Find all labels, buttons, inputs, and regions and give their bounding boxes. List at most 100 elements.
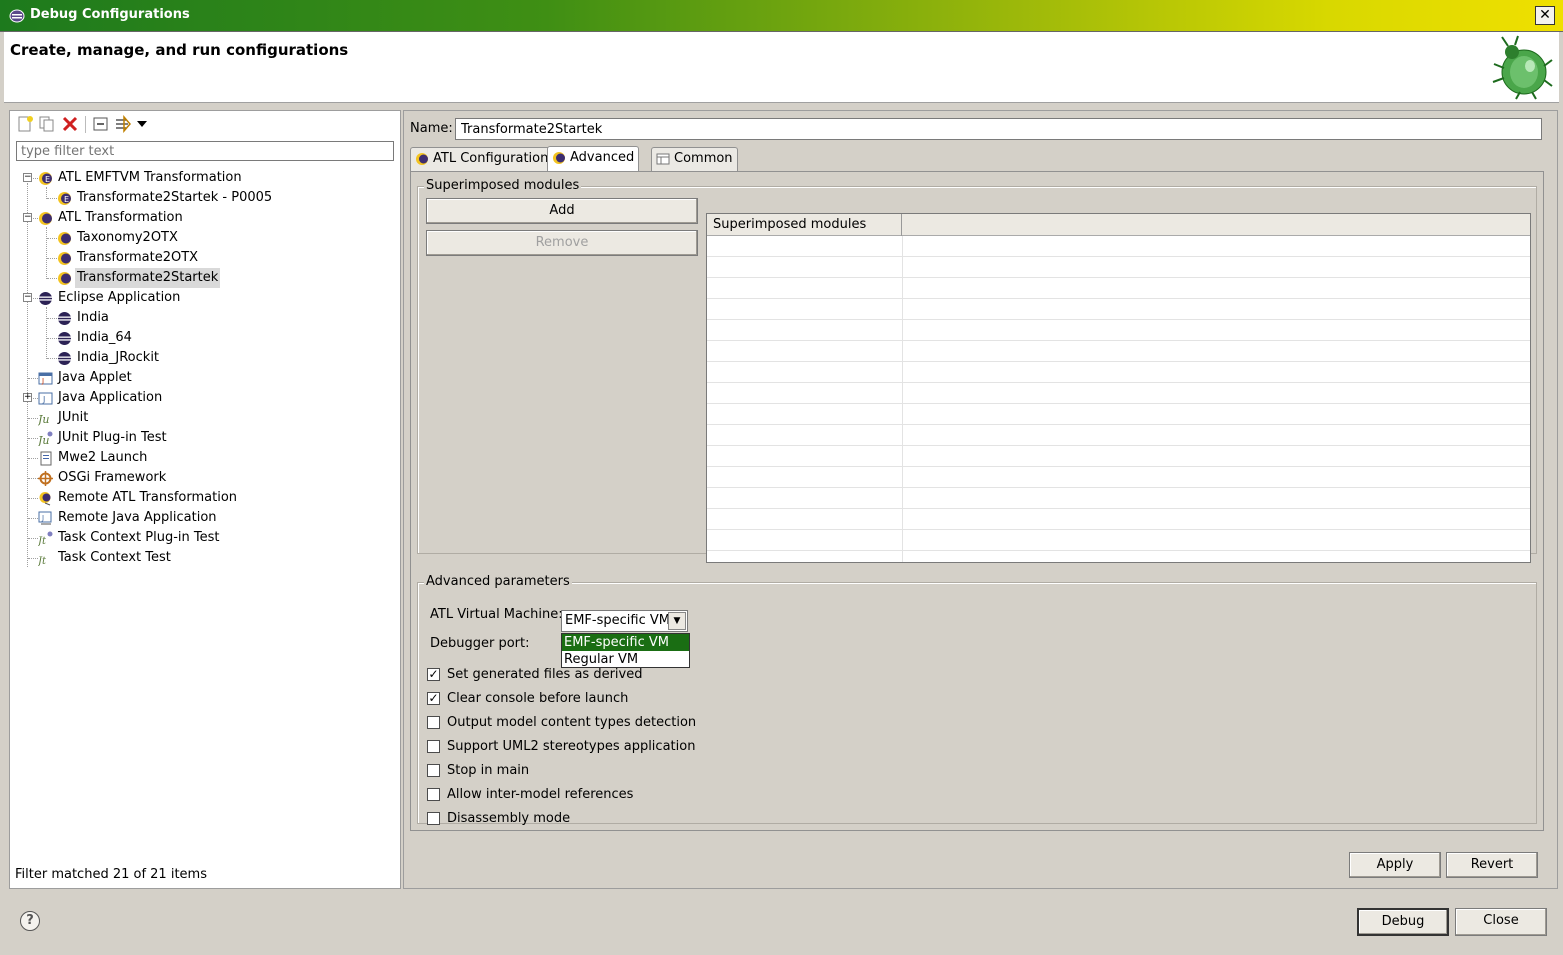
view-menu-icon[interactable] bbox=[136, 115, 148, 133]
atl-icon bbox=[58, 272, 71, 285]
debugger-port-label: Debugger port: bbox=[430, 636, 530, 651]
configuration-details-panel: Name: ATL Configuration Advanced Common … bbox=[403, 110, 1558, 889]
collapse-all-icon[interactable] bbox=[92, 115, 110, 133]
debug-button[interactable]: Debug bbox=[1357, 908, 1449, 936]
tree-item-india[interactable]: India bbox=[10, 308, 390, 328]
checkbox-support-uml2-stereotypes-application[interactable] bbox=[427, 740, 440, 753]
tree-item-java-application[interactable]: + J Java Application bbox=[10, 388, 390, 408]
tree-item-label: Transformate2Startek bbox=[75, 268, 221, 288]
new-config-icon[interactable] bbox=[16, 115, 34, 133]
checkbox-label: Disassembly mode bbox=[447, 811, 571, 826]
tree-item-atl-transformation[interactable]: − ATL Transformation bbox=[10, 208, 390, 228]
tree-item-task-context-plug-in-test[interactable]: Jt Task Context Plug-in Test bbox=[10, 528, 390, 548]
tree-guide bbox=[28, 478, 38, 479]
tree-item-task-context-test[interactable]: Jt Task Context Test bbox=[10, 548, 390, 568]
tree-item-transformate2otx[interactable]: Transformate2OTX bbox=[10, 248, 390, 268]
tree-item-eclipse-application[interactable]: − Eclipse Application bbox=[10, 288, 390, 308]
tree-item-remote-atl-transformation[interactable]: Remote ATL Transformation bbox=[10, 488, 390, 508]
close-window-button[interactable]: ✕ bbox=[1535, 6, 1555, 25]
tree-item-india-jrockit[interactable]: India_JRockit bbox=[10, 348, 390, 368]
superimposed-modules-table[interactable]: Superimposed modules bbox=[706, 213, 1531, 563]
tree-guide bbox=[47, 278, 57, 279]
eclipse-icon bbox=[58, 332, 71, 345]
checkbox-label: Output model content types detection bbox=[447, 715, 697, 730]
delete-icon[interactable] bbox=[61, 115, 79, 133]
tree-item-label: Eclipse Application bbox=[58, 290, 181, 305]
vm-option-emf[interactable]: EMF-specific VM bbox=[562, 634, 689, 651]
revert-button[interactable]: Revert bbox=[1446, 852, 1538, 878]
tree-item-java-applet[interactable]: J Java Applet bbox=[10, 368, 390, 388]
name-field[interactable] bbox=[455, 118, 1542, 140]
tree-guide bbox=[28, 538, 38, 539]
tree-item-india-64[interactable]: India_64 bbox=[10, 328, 390, 348]
svg-text:J: J bbox=[41, 377, 44, 385]
checkbox-disassembly-mode[interactable] bbox=[427, 812, 440, 825]
checkbox-allow-inter-model-references[interactable] bbox=[427, 788, 440, 801]
debug-icon bbox=[9, 9, 25, 23]
vm-option-regular[interactable]: Regular VM bbox=[562, 651, 689, 668]
atl-emftvm-icon: E bbox=[39, 172, 52, 185]
table-row[interactable] bbox=[707, 509, 1530, 530]
table-row[interactable] bbox=[707, 488, 1530, 509]
table-row[interactable] bbox=[707, 320, 1530, 341]
checkbox-output-model-content-types-detection[interactable] bbox=[427, 716, 440, 729]
table-row[interactable] bbox=[707, 341, 1530, 362]
checkbox-clear-console-before-launch[interactable]: ✓ bbox=[427, 692, 440, 705]
tree-item-transformate2startek-p0005[interactable]: E Transformate2Startek - P0005 bbox=[10, 188, 390, 208]
advanced-tab-content: Superimposed modules Add Remove Superimp… bbox=[410, 171, 1544, 831]
tree-item-mwe2-launch[interactable]: Mwe2 Launch bbox=[10, 448, 390, 468]
collapse-icon[interactable]: − bbox=[23, 293, 32, 302]
tab-advanced[interactable]: Advanced bbox=[547, 146, 640, 172]
checkbox-stop-in-main[interactable] bbox=[427, 764, 440, 777]
table-row[interactable] bbox=[707, 257, 1530, 278]
checkbox-label: Support UML2 stereotypes application bbox=[447, 739, 696, 754]
table-row[interactable] bbox=[707, 467, 1530, 488]
tree-item-label: JUnit bbox=[58, 410, 89, 425]
task-plugin-icon: Jt bbox=[38, 531, 53, 546]
table-row[interactable] bbox=[707, 404, 1530, 425]
remove-button[interactable]: Remove bbox=[426, 230, 698, 256]
filter-icon[interactable] bbox=[114, 115, 132, 133]
tree-item-atl-emftvm-transformation[interactable]: − E ATL EMFTVM Transformation bbox=[10, 168, 390, 188]
tree-item-label: Java Applet bbox=[58, 370, 132, 385]
help-icon[interactable]: ? bbox=[20, 911, 40, 931]
tab-atl-configuration[interactable]: ATL Configuration bbox=[410, 147, 554, 171]
collapse-icon[interactable]: − bbox=[23, 173, 32, 182]
chevron-down-icon[interactable]: ▼ bbox=[668, 612, 686, 630]
tree-item-junit[interactable]: Ju JUnit bbox=[10, 408, 390, 428]
table-row[interactable] bbox=[707, 425, 1530, 446]
table-row[interactable] bbox=[707, 383, 1530, 404]
tree-item-transformate2startek[interactable]: Transformate2Startek bbox=[10, 268, 390, 288]
column-header[interactable]: Superimposed modules bbox=[707, 214, 902, 236]
tab-common[interactable]: Common bbox=[651, 147, 738, 171]
tree-guide bbox=[28, 438, 38, 439]
collapse-icon[interactable]: − bbox=[23, 213, 32, 222]
table-row[interactable] bbox=[707, 530, 1530, 551]
checkbox-label: Set generated files as derived bbox=[447, 667, 643, 682]
tree-item-junit-plug-in-test[interactable]: Ju JUnit Plug-in Test bbox=[10, 428, 390, 448]
tree-item-taxonomy2otx[interactable]: Taxonomy2OTX bbox=[10, 228, 390, 248]
apply-button[interactable]: Apply bbox=[1349, 852, 1441, 878]
svg-text:E: E bbox=[64, 195, 69, 204]
tree-item-osgi-framework[interactable]: OSGi Framework bbox=[10, 468, 390, 488]
add-button[interactable]: Add bbox=[426, 198, 698, 224]
vm-dropdown-list[interactable]: EMF-specific VM Regular VM bbox=[561, 633, 690, 668]
table-row[interactable] bbox=[707, 278, 1530, 299]
table-row[interactable] bbox=[707, 446, 1530, 467]
tree-item-label: Task Context Test bbox=[58, 550, 171, 565]
tree-item-remote-java-application[interactable]: J Remote Java Application bbox=[10, 508, 390, 528]
title-bar: Debug Configurations ✕ bbox=[0, 0, 1563, 32]
osgi-icon bbox=[38, 471, 53, 486]
table-row[interactable] bbox=[707, 299, 1530, 320]
advanced-parameters-group: Advanced parameters ATL Virtual Machine:… bbox=[417, 574, 1537, 826]
expand-icon[interactable]: + bbox=[23, 393, 32, 402]
filter-input[interactable] bbox=[16, 141, 394, 161]
close-button[interactable]: Close bbox=[1455, 908, 1547, 936]
tree-item-label: Remote Java Application bbox=[58, 510, 217, 525]
table-row[interactable] bbox=[707, 362, 1530, 383]
atl-icon bbox=[58, 252, 71, 265]
checkbox-set-generated-files-as-derived[interactable]: ✓ bbox=[427, 668, 440, 681]
duplicate-icon[interactable] bbox=[38, 115, 56, 133]
table-row[interactable] bbox=[707, 236, 1530, 257]
vm-select[interactable]: EMF-specific VM ▼ bbox=[561, 610, 688, 632]
